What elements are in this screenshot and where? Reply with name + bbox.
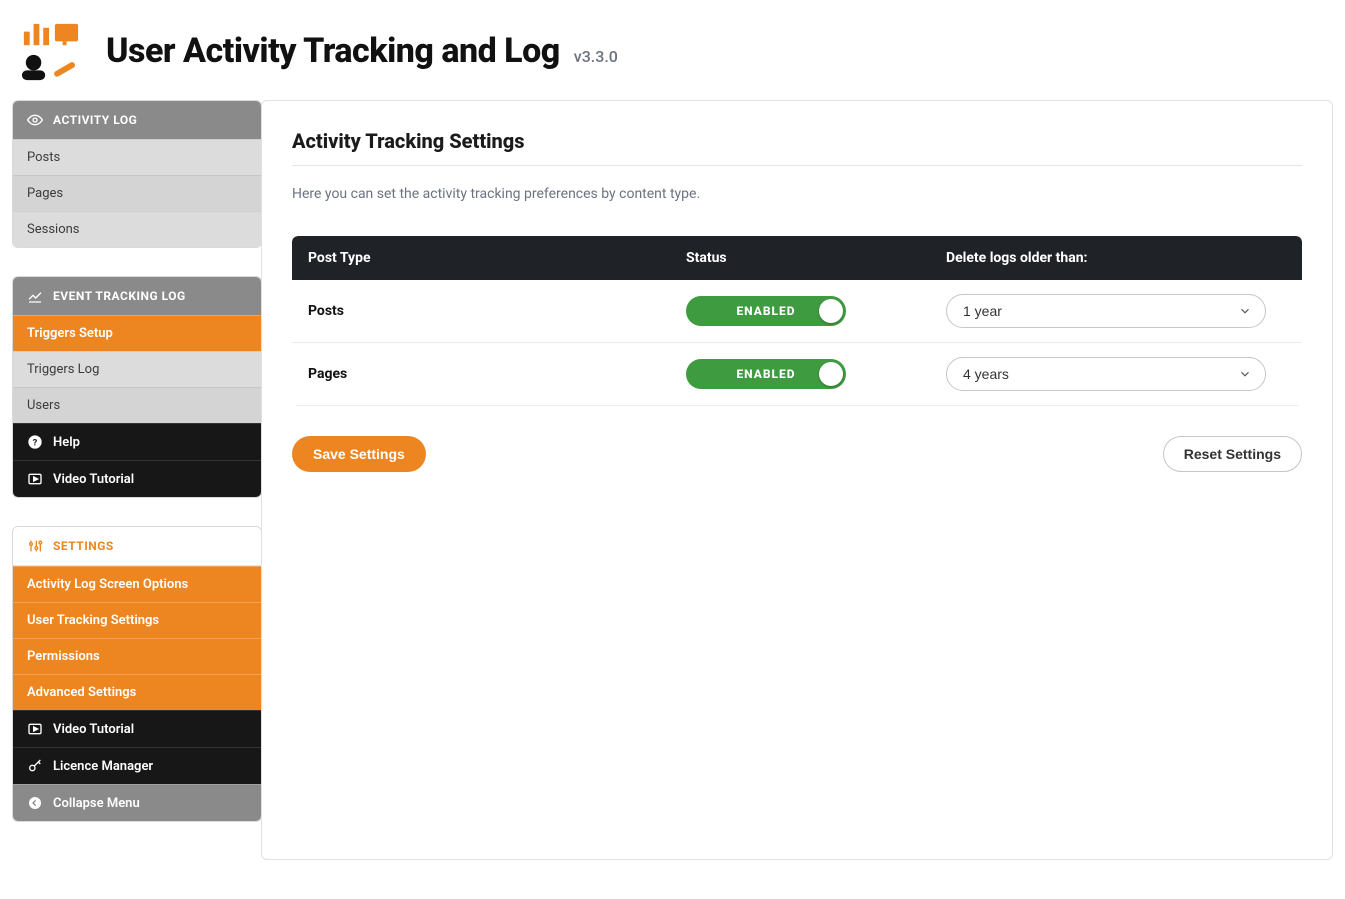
app-logo-icon (20, 20, 82, 82)
sidebar-item-label: Activity Log Screen Options (27, 577, 188, 592)
table-header: Post Type Status Delete logs older than: (292, 236, 1302, 280)
page-title: User Activity Tracking and Log (106, 31, 560, 71)
sidebar-item-users[interactable]: Users (13, 387, 261, 423)
reset-button[interactable]: Reset Settings (1163, 436, 1302, 472)
post-type-name: Posts (308, 303, 686, 319)
sidebar-item-label: Help (53, 435, 80, 450)
table-row: Pages ENABLED (292, 343, 1302, 406)
sidebar-item-label: Pages (27, 186, 63, 201)
key-icon (27, 758, 43, 774)
main-content: Activity Tracking Settings Here you can … (261, 100, 1333, 860)
status-toggle-pages[interactable]: ENABLED (686, 359, 846, 389)
sidebar-item-label: Triggers Setup (27, 326, 113, 341)
toggle-knob (819, 299, 843, 323)
sidebar-header-label: SETTINGS (53, 539, 114, 553)
sidebar-item-permissions[interactable]: Permissions (13, 638, 261, 674)
column-header-status: Status (686, 250, 946, 266)
app-version: v3.3.0 (574, 47, 618, 66)
sliders-icon (27, 538, 43, 554)
status-toggle-posts[interactable]: ENABLED (686, 296, 846, 326)
video-icon (27, 721, 43, 737)
settings-table: Post Type Status Delete logs older than:… (292, 236, 1302, 406)
sidebar-item-sessions[interactable]: Sessions (13, 211, 261, 247)
sidebar-item-help[interactable]: ? Help (13, 423, 261, 460)
post-type-name: Pages (308, 366, 686, 382)
help-circle-icon: ? (27, 434, 43, 450)
video-icon (27, 471, 43, 487)
sidebar-header-settings: SETTINGS (13, 527, 261, 566)
divider (292, 165, 1302, 166)
sidebar-panel-activity-log: ACTIVITY LOG Posts Pages Sessions (12, 100, 262, 248)
sidebar-item-posts[interactable]: Posts (13, 139, 261, 175)
sidebar-item-label: Users (27, 398, 60, 413)
sidebar-header-label: ACTIVITY LOG (53, 113, 137, 127)
sidebar-item-activity-log-screen-options[interactable]: Activity Log Screen Options (13, 566, 261, 602)
toggle-label: ENABLED (736, 367, 795, 381)
sidebar-panel-settings: SETTINGS Activity Log Screen Options Use… (12, 526, 262, 822)
chart-line-icon (27, 288, 43, 304)
sidebar-item-triggers-log[interactable]: Triggers Log (13, 351, 261, 387)
sidebar-header-activity-log: ACTIVITY LOG (13, 101, 261, 139)
sidebar-item-user-tracking-settings[interactable]: User Tracking Settings (13, 602, 261, 638)
toggle-label: ENABLED (736, 304, 795, 318)
save-button[interactable]: Save Settings (292, 436, 426, 472)
table-row: Posts ENABLED (292, 280, 1302, 343)
column-header-delete: Delete logs older than: (946, 250, 1286, 266)
sidebar-item-collapse-menu[interactable]: Collapse Menu (13, 784, 261, 821)
section-description: Here you can set the activity tracking p… (292, 186, 1302, 202)
sidebar-item-label: Video Tutorial (53, 472, 134, 487)
sidebar-item-label: Licence Manager (53, 759, 153, 774)
sidebar-item-label: User Tracking Settings (27, 613, 159, 628)
sidebar-item-label: Triggers Log (27, 362, 99, 377)
sidebar-item-licence-manager[interactable]: Licence Manager (13, 747, 261, 784)
actions-bar: Save Settings Reset Settings (292, 436, 1302, 472)
sidebar-item-label: Posts (27, 150, 60, 165)
sidebar-item-triggers-setup[interactable]: Triggers Setup (13, 315, 261, 351)
sidebar-item-pages[interactable]: Pages (13, 175, 261, 211)
sidebar-item-label: Advanced Settings (27, 685, 136, 700)
sidebar-panel-event-tracking: EVENT TRACKING LOG Triggers Setup Trigge… (12, 276, 262, 498)
toggle-knob (819, 362, 843, 386)
sidebar-item-video-tutorial-2[interactable]: Video Tutorial (13, 710, 261, 747)
column-header-type: Post Type (308, 250, 686, 266)
sidebar-item-label: Video Tutorial (53, 722, 134, 737)
sidebar-header-label: EVENT TRACKING LOG (53, 289, 186, 303)
svg-text:?: ? (33, 437, 38, 448)
retention-select-posts[interactable] (946, 294, 1266, 328)
retention-select-pages[interactable] (946, 357, 1266, 391)
sidebar-header-event-tracking: EVENT TRACKING LOG (13, 277, 261, 315)
section-heading: Activity Tracking Settings (292, 129, 1302, 153)
sidebar-item-advanced-settings[interactable]: Advanced Settings (13, 674, 261, 710)
sidebar-item-label: Collapse Menu (53, 796, 140, 811)
sidebar-item-video-tutorial[interactable]: Video Tutorial (13, 460, 261, 497)
arrow-left-circle-icon (27, 795, 43, 811)
app-header: User Activity Tracking and Log v3.3.0 (12, 10, 1333, 100)
sidebar: ACTIVITY LOG Posts Pages Sessions EVENT … (12, 100, 262, 822)
sidebar-item-label: Permissions (27, 649, 100, 664)
eye-icon (27, 112, 43, 128)
sidebar-item-label: Sessions (27, 222, 80, 237)
